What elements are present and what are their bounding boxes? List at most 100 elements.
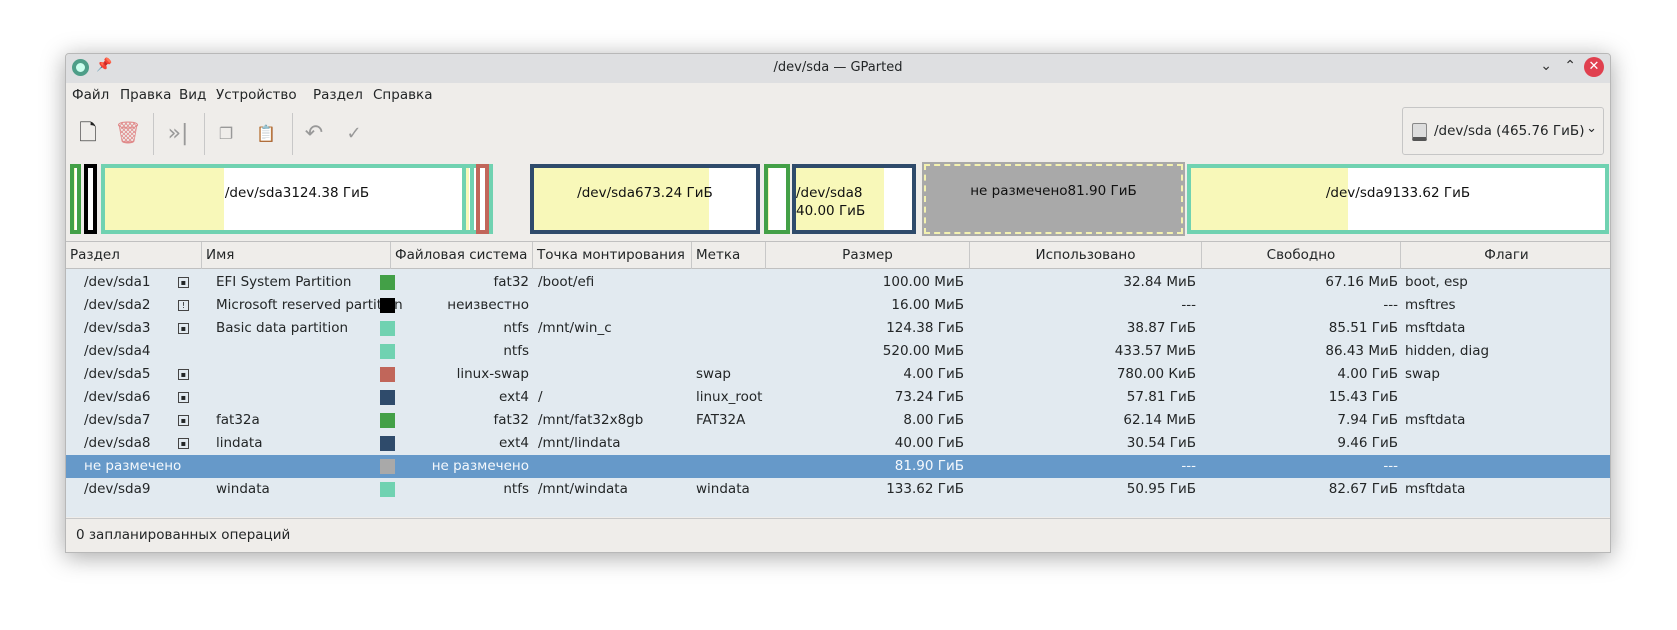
filesystem-color-swatch [380,482,395,497]
partition-map-segment[interactable] [84,164,97,234]
partition-map-segment[interactable]: /dev/sda3124.38 ГиБ [101,164,493,234]
cell-used: 50.95 ГиБ [1126,481,1196,497]
table-row[interactable]: /dev/sda7 fat32a fat32/mnt/fat32x8gb FAT32A… [66,409,1610,432]
cell-label: linux_root [696,389,763,405]
table-row[interactable]: /dev/sda5 linux-swap swap 4.00 ГиБ 780.00 Ки… [66,363,1610,386]
used-space-fill [466,168,470,230]
cell-free: 15.43 ГиБ [1328,389,1398,405]
copy-icon[interactable]: ❐ [211,119,241,149]
segment-name: /dev/sda9 [1325,185,1393,201]
resize-move-icon[interactable]: »| [163,119,193,149]
cell-fs: ext4 [499,435,529,451]
partition-map-segment[interactable] [476,164,489,234]
cell-used: 32.84 МиБ [1123,274,1196,290]
col-name[interactable]: Имя [202,242,391,269]
menu-help[interactable]: Справка [373,87,432,103]
cell-fs: ntfs [503,481,529,497]
cell-fs: ntfs [503,320,529,336]
table-row[interactable]: /dev/sda6 ext4/linux_root 73.24 ГиБ 57.81 Г… [66,386,1610,409]
cell-name: Microsoft reserved partition [216,297,403,313]
cell-fs: ntfs [503,343,529,359]
cell-flags: swap [1405,366,1440,382]
cell-fs: linux-swap [456,366,529,382]
cell-used: 30.54 ГиБ [1126,435,1196,451]
cell-flags: boot, esp [1405,274,1468,290]
cell-size: 81.90 ГиБ [894,458,964,474]
table-row[interactable]: /dev/sda1 EFI System Partition fat32/boot/… [66,271,1610,294]
device-selector-label: /dev/sda (465.76 ГиБ) [1434,123,1585,139]
partition-map-segment[interactable]: /dev/sda673.24 ГиБ [530,164,760,234]
menu-view[interactable]: Вид [179,87,206,103]
apply-icon[interactable]: ✓ [339,119,369,149]
minimize-button[interactable]: ⌄ [1540,58,1552,74]
partition-map-segment[interactable] [70,164,81,234]
partition-map-segment[interactable] [764,164,790,234]
pending-operations: 0 запланированных операций [76,527,291,543]
cell-mount: /mnt/windata [538,481,628,497]
table-row[interactable]: /dev/sda4 ntfs 520.00 МиБ 433.57 МиБ 86.43 М… [66,340,1610,363]
cell-name: windata [216,481,270,497]
menu-partition[interactable]: Раздел [313,87,363,103]
partition-table: Раздел Имя Файловая система Точка монтир… [66,241,1610,517]
new-partition-icon[interactable]: 🗋 [73,119,103,149]
toolbar-separator [204,113,205,155]
col-filesystem[interactable]: Файловая система [391,242,533,269]
undo-icon[interactable]: ↶ [299,119,329,149]
cell-flags: msftres [1405,297,1456,313]
table-row[interactable]: /dev/sda2 Microsoft reserved partition неи… [66,294,1610,317]
close-button[interactable]: ✕ [1584,57,1604,77]
cell-flags: msftdata [1405,320,1466,336]
partition-map-segment[interactable]: /dev/sda9133.62 ГиБ [1187,164,1609,234]
cell-flags: msftdata [1405,412,1466,428]
cell-free: --- [1383,458,1398,474]
partition-map-segment[interactable] [462,164,474,234]
partition-map-segment[interactable]: /dev/sda8 40.00 ГиБ [792,164,916,234]
menu-file[interactable]: Файл [72,87,109,103]
cell-used: --- [1181,297,1196,313]
col-used[interactable]: Использовано [970,242,1202,269]
cell-size: 124.38 ГиБ [886,320,964,336]
col-free[interactable]: Свободно [1202,242,1401,269]
cell-used: --- [1181,458,1196,474]
lock-icon: ▪ [178,415,189,426]
col-label[interactable]: Метка [692,242,766,269]
table-row[interactable]: /dev/sda3 Basic data partition ntfs/mnt/wi… [66,317,1610,340]
col-flags[interactable]: Флаги [1401,242,1612,269]
cell-flags: hidden, diag [1405,343,1490,359]
cell-size: 40.00 ГиБ [894,435,964,451]
table-row[interactable]: /dev/sda8 lindata ext4/mnt/lindata 40.00 Ги… [66,432,1610,455]
cell-flags: msftdata [1405,481,1466,497]
partition-map-segment[interactable]: не размечено81.90 ГиБ [922,162,1185,236]
cell-size: 8.00 ГиБ [903,412,964,428]
table-row[interactable]: не размечено не размечено 81.90 ГиБ --- --- [66,455,1610,478]
cell-mount: /mnt/win_c [538,320,612,336]
segment-name: /dev/sda6 [577,185,644,201]
menu-device[interactable]: Устройство [216,87,297,103]
status-bar: 0 запланированных операций [66,518,1610,552]
col-mountpoint[interactable]: Точка монтирования [533,242,692,269]
cell-used: 57.81 ГиБ [1126,389,1196,405]
col-partition[interactable]: Раздел [66,242,202,269]
cell-size: 100.00 МиБ [882,274,964,290]
device-selector[interactable]: /dev/sda (465.76 ГиБ) ⌄ [1402,107,1604,155]
cell-fs: ext4 [499,389,529,405]
menu-edit[interactable]: Правка [120,87,171,103]
delete-partition-icon[interactable]: 🗑 [113,119,143,149]
cell-free: 9.46 ГиБ [1337,435,1398,451]
cell-used: 780.00 КиБ [1116,366,1196,382]
maximize-button[interactable]: ⌃ [1564,58,1576,74]
table-row[interactable]: /dev/sda9 windata ntfs/mnt/windata windata 1… [66,478,1610,501]
lock-icon: ▪ [178,323,189,334]
cell-used: 38.87 ГиБ [1126,320,1196,336]
filesystem-color-swatch [380,413,395,428]
paste-icon[interactable]: 📋 [251,119,281,149]
col-size[interactable]: Размер [766,242,970,269]
cell-used: 433.57 МиБ [1114,343,1196,359]
filesystem-color-swatch [380,390,395,405]
segment-name: не размечено [970,183,1068,199]
warning-icon: ! [178,300,189,311]
cell-size: 16.00 МиБ [891,297,964,313]
cell-name: Basic data partition [216,320,349,336]
cell-free: 7.94 ГиБ [1337,412,1398,428]
cell-label: windata [696,481,750,497]
